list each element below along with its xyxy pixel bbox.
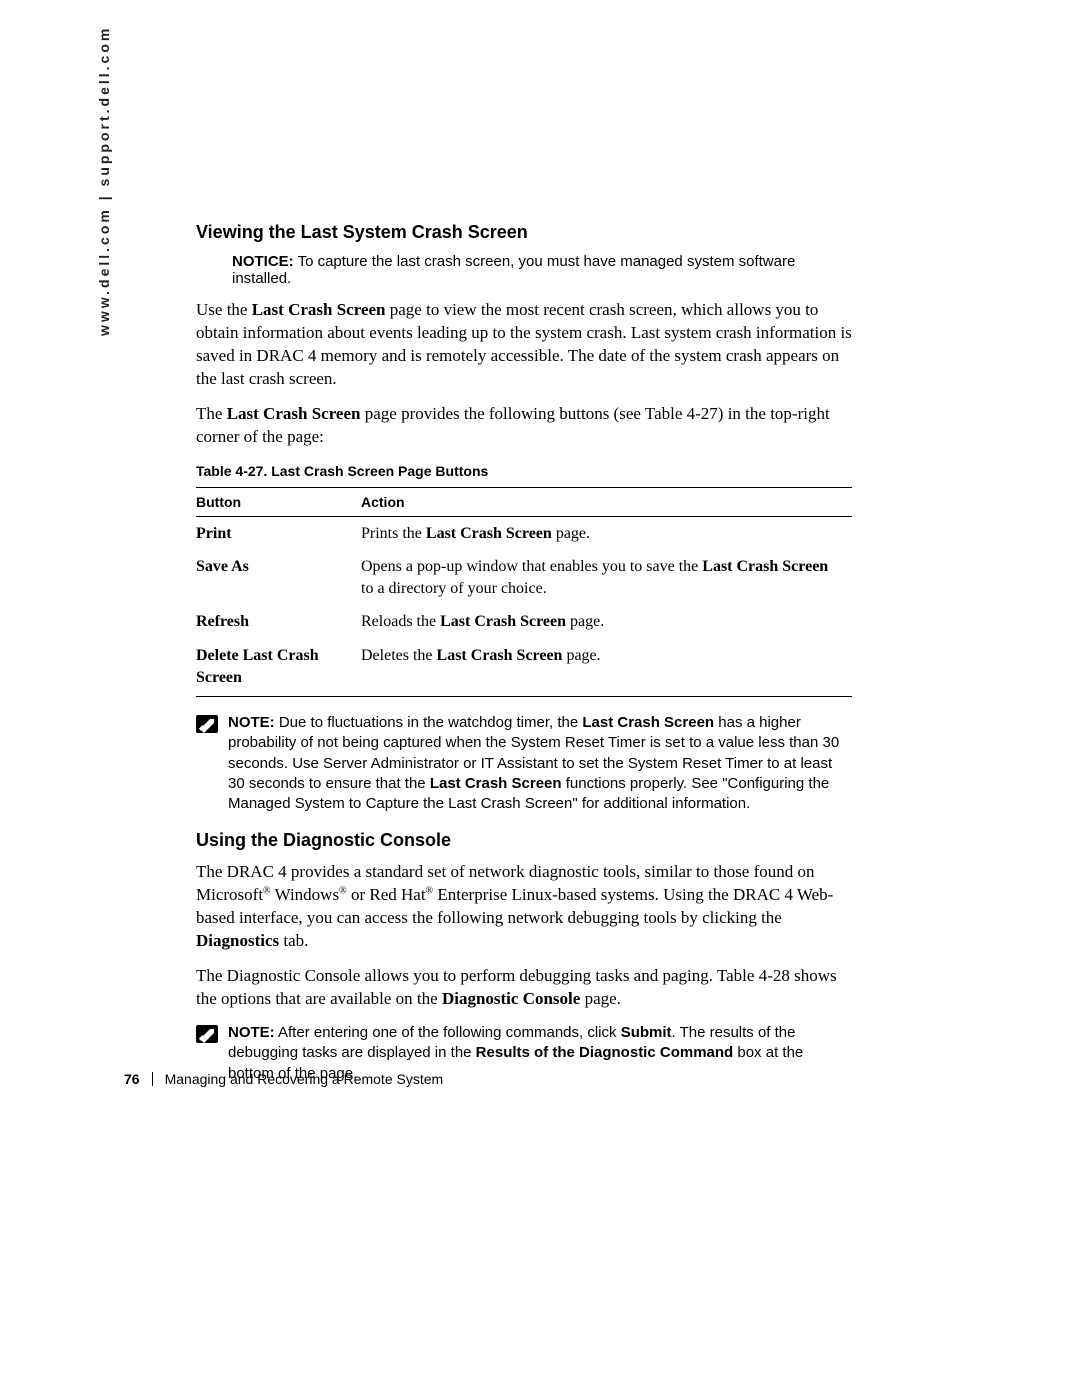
reg-mark: ® [339,886,347,897]
cell-button: Delete Last Crash Screen [196,639,361,697]
page: www.dell.com | support.dell.com Viewing … [0,0,1080,1397]
note-icon [196,1025,218,1043]
cell-action: Deletes the Last Crash Screen page. [361,639,852,697]
th-action: Action [361,487,852,516]
table-row: Save As Opens a pop-up window that enabl… [196,550,852,605]
p2-pre: The [196,404,227,423]
section2-para2: The Diagnostic Console allows you to per… [196,965,852,1011]
cell-action: Reloads the Last Crash Screen page. [361,605,852,639]
table-last-crash-buttons: Button Action Print Prints the Last Cras… [196,487,852,698]
note1-label: NOTE: [228,714,275,731]
table-caption: Table 4-27. Last Crash Screen Page Butto… [196,463,852,479]
notice-label: NOTICE: [232,253,294,270]
note1-text: NOTE: Due to fluctuations in the watchdo… [228,713,852,814]
cell-action: Opens a pop-up window that enables you t… [361,550,852,605]
table-row: Refresh Reloads the Last Crash Screen pa… [196,605,852,639]
reg-mark: ® [426,886,434,897]
section1-para1: Use the Last Crash Screen page to view t… [196,299,852,391]
page-content: Viewing the Last System Crash Screen NOT… [196,222,852,1100]
footer-divider [152,1072,153,1086]
p1-pre: Use the [196,300,252,319]
footer-chapter: Managing and Recovering a Remote System [165,1071,444,1087]
cell-button: Save As [196,550,361,605]
th-button: Button [196,487,361,516]
cell-action: Prints the Last Crash Screen page. [361,516,852,550]
heading-diagnostic: Using the Diagnostic Console [196,830,852,851]
heading-last-crash: Viewing the Last System Crash Screen [196,222,852,243]
note-icon [196,715,218,733]
note2-label: NOTE: [228,1024,275,1041]
notice-text: To capture the last crash screen, you mu… [232,253,795,287]
p2-bold: Last Crash Screen [227,404,361,423]
p1-bold: Last Crash Screen [252,300,386,319]
note-block-1: NOTE: Due to fluctuations in the watchdo… [196,713,852,814]
section2-para1: The DRAC 4 provides a standard set of ne… [196,861,852,953]
reg-mark: ® [263,886,271,897]
table-row: Delete Last Crash Screen Deletes the Las… [196,639,852,697]
cell-button: Print [196,516,361,550]
page-number: 76 [124,1071,140,1087]
notice-line: NOTICE: To capture the last crash screen… [196,253,852,287]
table-row: Print Prints the Last Crash Screen page. [196,516,852,550]
cell-button: Refresh [196,605,361,639]
page-footer: 76 Managing and Recovering a Remote Syst… [124,1071,443,1087]
section1-para2: The Last Crash Screen page provides the … [196,403,852,449]
